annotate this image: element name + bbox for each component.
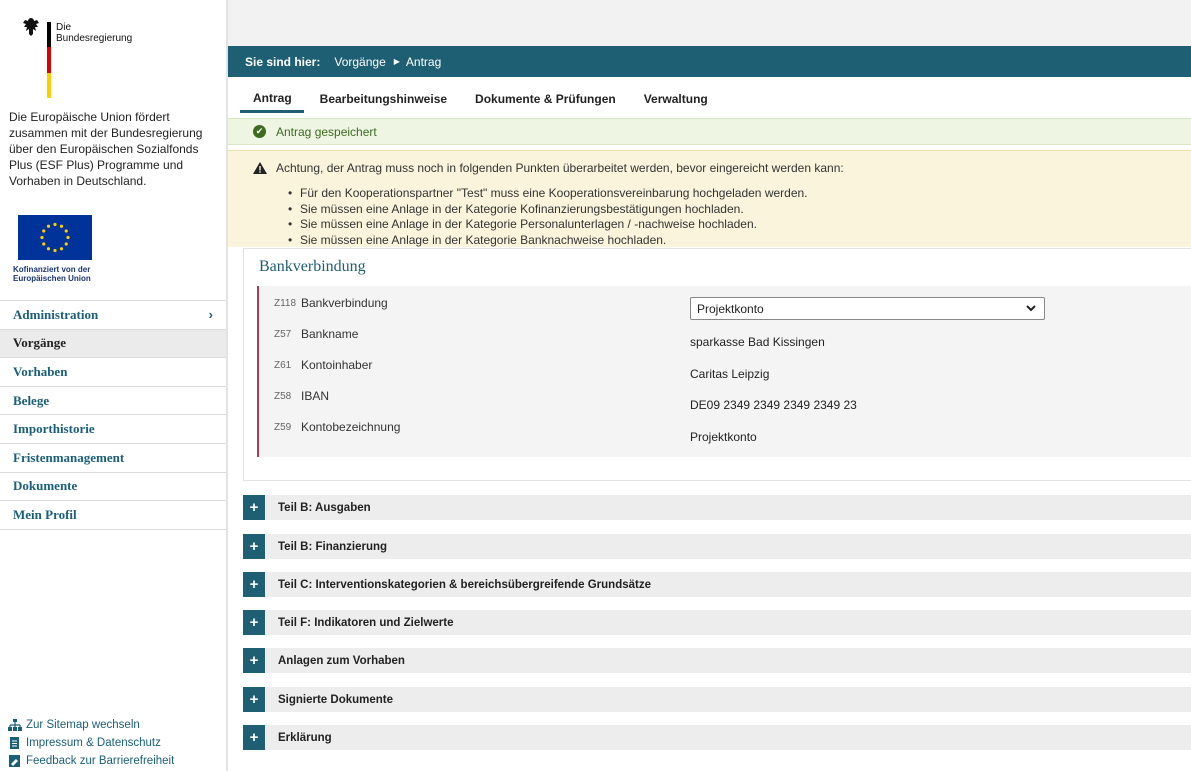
breadcrumb-item-antrag[interactable]: Antrag xyxy=(406,55,441,69)
section-teil-b-ausgaben[interactable]: + Teil B: Ausgaben xyxy=(243,495,1191,520)
feedback-link[interactable]: Feedback zur Barrierefreiheit xyxy=(8,752,174,770)
bankverbindung-title: Bankverbindung xyxy=(259,258,366,275)
feedback-icon xyxy=(9,755,20,767)
eu-star xyxy=(53,248,57,253)
breadcrumb-label: Sie sind hier: xyxy=(245,54,321,69)
document-icon xyxy=(10,737,19,749)
tab-bar: Antrag Bearbeitungshinweise Dokumente & … xyxy=(240,85,724,113)
eu-star xyxy=(64,229,68,233)
eu-star xyxy=(42,242,46,246)
tab-bearbeitungshinweise[interactable]: Bearbeitungshinweise xyxy=(308,85,459,113)
nav-item-importhistorie[interactable]: Importhistorie xyxy=(0,415,226,444)
bankverbindung-select[interactable]: Projektkonto xyxy=(690,297,1045,320)
eu-stars-icon xyxy=(40,222,70,253)
field-value-kontobezeichnung: Projektkonto xyxy=(690,430,757,444)
field-code: Z57 xyxy=(274,329,292,340)
field-value-kontoinhaber: Caritas Leipzig xyxy=(690,367,770,381)
nav-item-vorgaenge[interactable]: Vorgänge xyxy=(0,329,226,359)
field-row-bankname: Z57 Bankname sparkasse Bad Kissingen xyxy=(259,327,1191,357)
field-code: Z118 xyxy=(274,298,297,309)
nav-item-vorhaben[interactable]: Vorhaben xyxy=(0,358,226,387)
field-value-bankname: sparkasse Bad Kissingen xyxy=(690,335,825,349)
eu-star xyxy=(53,222,57,227)
check-circle-icon: ✔ xyxy=(253,125,266,138)
plus-icon: + xyxy=(243,572,265,597)
nav-item-dokumente[interactable]: Dokumente xyxy=(0,473,226,502)
plus-icon: + xyxy=(243,725,265,750)
nav-item-fristenmanagement[interactable]: Fristenmanagement xyxy=(0,444,226,473)
field-value-iban: DE09 2349 2349 2349 2349 23 xyxy=(690,398,857,412)
field-row-iban: Z58 IBAN DE09 2349 2349 2349 2349 23 xyxy=(259,389,1191,419)
field-code: Z58 xyxy=(274,391,292,402)
bankverbindung-card: Bankverbindung Z118 Bankverbindung Proje… xyxy=(243,248,1191,481)
plus-icon: + xyxy=(243,648,265,673)
nav-item-administration[interactable]: Administration › xyxy=(0,301,226,330)
eu-star xyxy=(59,247,64,251)
eu-caption: Kofinanziert von der Europäischen Union xyxy=(13,265,91,283)
chevron-right-icon: › xyxy=(208,307,213,323)
sidebar: Die Bundesregierung Die Europäische Unio… xyxy=(0,0,228,771)
section-teil-c-interventionskategorien[interactable]: + Teil C: Interventionskategorien & bere… xyxy=(243,572,1191,597)
chevron-down-icon xyxy=(1026,305,1036,312)
german-flag-stripe xyxy=(47,22,51,98)
sidebar-nav: Administration › Vorgänge Vorhaben Beleg… xyxy=(0,300,226,530)
nav-item-belege[interactable]: Belege xyxy=(0,387,226,416)
section-signierte-dokumente[interactable]: + Signierte Dokumente xyxy=(243,687,1191,712)
field-label: Kontoinhaber xyxy=(301,358,373,372)
intro-text: Die Europäische Union fördert zusammen m… xyxy=(9,110,203,188)
breadcrumb-item-vorgaenge[interactable]: Vorgänge xyxy=(334,55,385,69)
eu-star xyxy=(64,242,68,246)
warning-item: Für den Kooperationspartner "Test" muss … xyxy=(288,186,1191,202)
eu-star xyxy=(42,229,46,233)
field-code: Z59 xyxy=(274,422,292,433)
breadcrumb: Sie sind hier: Vorgänge ▶ Antrag xyxy=(228,46,1191,77)
field-label: IBAN xyxy=(301,389,330,403)
tab-dokumente-pruefungen[interactable]: Dokumente & Prüfungen xyxy=(463,85,628,113)
eu-star xyxy=(66,235,70,240)
field-label: Bankname xyxy=(301,327,359,341)
section-erklaerung[interactable]: + Erklärung xyxy=(243,725,1191,750)
footer-links: Zur Sitemap wechseln Impressum & Datensc… xyxy=(8,716,174,770)
plus-icon: + xyxy=(243,610,265,635)
nav-item-mein-profil[interactable]: Mein Profil xyxy=(0,501,226,530)
field-row-kontoinhaber: Z61 Kontoinhaber Caritas Leipzig xyxy=(259,358,1191,388)
eu-star xyxy=(40,235,44,240)
section-anlagen-zum-vorhaben[interactable]: + Anlagen zum Vorhaben xyxy=(243,648,1191,673)
field-code: Z61 xyxy=(274,360,292,371)
sitemap-link[interactable]: Zur Sitemap wechseln xyxy=(8,716,174,734)
warning-list: Für den Kooperationspartner "Test" muss … xyxy=(253,186,1191,247)
warning-triangle-icon xyxy=(253,162,267,174)
warning-item: Sie müssen eine Anlage in der Kategorie … xyxy=(288,233,1191,248)
eu-star xyxy=(46,247,51,251)
field-label: Kontobezeichnung xyxy=(301,420,401,434)
caret-right-icon: ▶ xyxy=(393,57,400,66)
top-bar xyxy=(228,0,1191,46)
tab-antrag[interactable]: Antrag xyxy=(240,85,304,113)
field-label: Bankverbindung xyxy=(301,296,388,310)
bank-fields: Z118 Bankverbindung Projektkonto Z57 Ban… xyxy=(257,286,1191,457)
eagle-icon xyxy=(23,18,39,36)
section-teil-b-finanzierung[interactable]: + Teil B: Finanzierung xyxy=(243,534,1191,559)
warning-message: Achtung, der Antrag muss noch in folgend… xyxy=(228,150,1191,247)
eu-star xyxy=(59,224,64,228)
tab-verwaltung[interactable]: Verwaltung xyxy=(632,85,720,113)
section-teil-f-indikatoren[interactable]: + Teil F: Indikatoren und Zielwerte xyxy=(243,610,1191,635)
warning-heading: Achtung, der Antrag muss noch in folgend… xyxy=(276,161,844,175)
warning-item: Sie müssen eine Anlage in der Kategorie … xyxy=(288,217,1191,233)
impressum-link[interactable]: Impressum & Datenschutz xyxy=(8,734,174,752)
plus-icon: + xyxy=(243,495,265,520)
field-row-kontobezeichnung: Z59 Kontobezeichnung Projektkonto xyxy=(259,420,1191,450)
eu-star xyxy=(46,224,51,228)
eu-flag xyxy=(18,215,92,260)
warning-item: Sie müssen eine Anlage in der Kategorie … xyxy=(288,202,1191,218)
plus-icon: + xyxy=(243,687,265,712)
brand-name: Die Bundesregierung xyxy=(56,22,133,44)
success-message: ✔ Antrag gespeichert xyxy=(228,118,1191,145)
sitemap-icon xyxy=(8,719,22,731)
plus-icon: + xyxy=(243,534,265,559)
